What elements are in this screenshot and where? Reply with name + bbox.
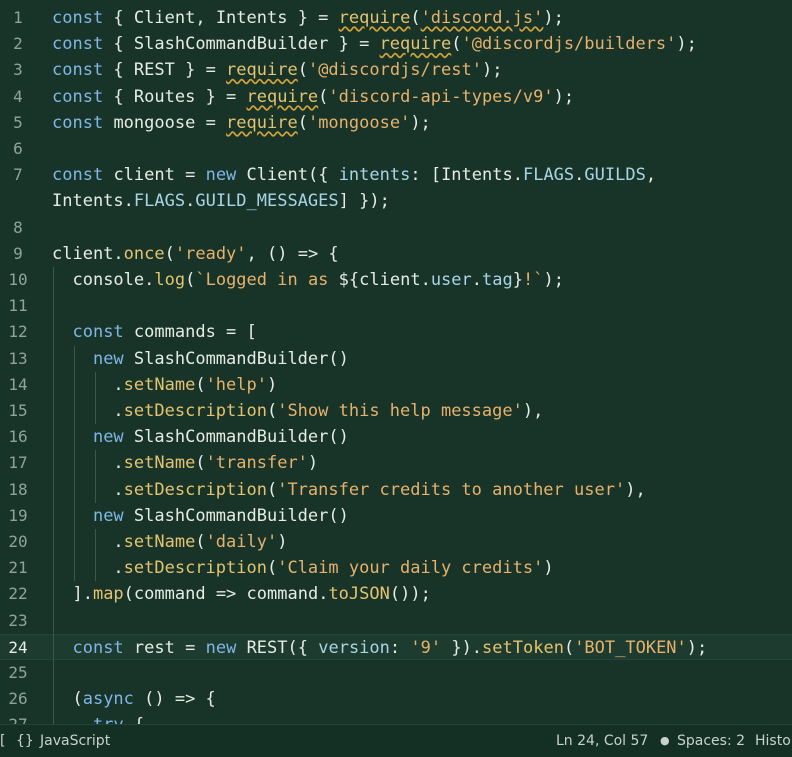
line-number: 5 — [13, 112, 23, 132]
indent-guide — [95, 529, 96, 582]
line-number: 15 — [8, 401, 28, 420]
code-line[interactable]: 11 — [0, 293, 792, 319]
code-line[interactable]: 4 const { Routes } = require('discord-api… — [0, 84, 792, 110]
code-line[interactable]: 6 — [0, 136, 792, 162]
line-number: 9 — [13, 243, 23, 263]
line-number: 7 — [13, 165, 23, 185]
code-text[interactable]: .setDescription('Show this help message'… — [52, 398, 543, 424]
line-number: 19 — [8, 505, 28, 525]
code-line[interactable]: 17 .setName('transfer') — [0, 450, 792, 476]
code-line[interactable]: 18 .setDescription('Transfer credits to … — [0, 477, 792, 503]
code-line[interactable]: 8 — [0, 215, 792, 241]
line-number: 11 — [8, 296, 28, 316]
indentation-setting[interactable]: Spaces: 2 — [677, 725, 745, 757]
line-number: 17 — [8, 453, 28, 473]
code-line[interactable]: 12 const commands = [ — [0, 319, 792, 345]
status-bar: [ {} JavaScript Ln 24, Col 57 ● Spaces: … — [0, 724, 792, 757]
code-text[interactable]: .setName('daily') — [52, 529, 287, 555]
indent-guide — [95, 371, 96, 425]
cursor-position[interactable]: Ln 24, Col 57 — [556, 725, 648, 757]
code-line[interactable]: 25 — [0, 660, 792, 686]
code-editor[interactable]: 1 const { Client, Intents } = require('di… — [0, 0, 792, 724]
code-line[interactable]: 15 .setDescription('Show this help messa… — [0, 398, 792, 424]
code-text[interactable]: const { REST } = require('@discordjs/res… — [52, 57, 502, 83]
code-text[interactable]: const client = new Client({ intents: [In… — [52, 162, 656, 188]
code-text[interactable]: new SlashCommandBuilder() — [52, 503, 349, 529]
code-line[interactable]: 1 const { Client, Intents } = require('di… — [0, 5, 792, 31]
code-text[interactable]: console.log(`Logged in as ${client.user.… — [52, 267, 563, 293]
code-text[interactable]: const { Client, Intents } = require('dis… — [52, 5, 564, 31]
line-number: 25 — [8, 663, 28, 682]
code-text[interactable]: .setDescription('Claim your daily credit… — [52, 555, 553, 581]
code-text[interactable]: .setName('transfer') — [52, 450, 318, 476]
line-number: 23 — [8, 610, 28, 630]
dot-icon: ● — [660, 734, 670, 747]
line-number: 8 — [13, 217, 23, 237]
line-number: 16 — [8, 427, 28, 447]
code-line[interactable]: 22 ].map(command => command.toJSON()); — [0, 581, 792, 607]
line-number: 14 — [8, 374, 28, 394]
history-button[interactable]: Histor — [755, 725, 792, 757]
code-line[interactable]: 26 (async () => { — [0, 686, 792, 712]
code-text[interactable]: Intents.FLAGS.GUILD_MESSAGES] }); — [52, 188, 390, 214]
line-number: 6 — [13, 139, 23, 158]
line-number: 26 — [8, 689, 28, 709]
code-line[interactable]: 3 const { REST } = require('@discordjs/re… — [0, 57, 792, 83]
line-number: 10 — [8, 270, 28, 289]
code-line[interactable]: 20 .setName('daily') — [0, 529, 792, 555]
language-icon: {} — [16, 733, 34, 749]
code-line[interactable]: 10 console.log(`Logged in as ${client.us… — [0, 267, 792, 293]
code-text[interactable]: client.once('ready', () => { — [52, 241, 339, 267]
line-number: 4 — [13, 86, 23, 106]
code-text[interactable]: const { SlashCommandBuilder } = require(… — [52, 31, 697, 57]
line-number: 13 — [8, 348, 28, 368]
indent-guide — [74, 345, 75, 582]
status-left-edge: [ — [0, 733, 6, 749]
code-text[interactable]: new SlashCommandBuilder() — [52, 424, 349, 450]
code-line[interactable]: 9 client.once('ready', () => { — [0, 241, 792, 267]
line-number: 27 — [0, 712, 36, 724]
code-text[interactable]: .setDescription('Transfer credits to ano… — [52, 477, 645, 503]
code-line[interactable]: Intents.FLAGS.GUILD_MESSAGES] }); — [0, 188, 792, 214]
code-line[interactable]: 16 new SlashCommandBuilder() — [0, 424, 792, 450]
code-line[interactable]: 5 const mongoose = require('mongoose'); — [0, 110, 792, 136]
code-text[interactable]: (async () => { — [52, 686, 215, 712]
code-text[interactable]: ].map(command => command.toJSON()); — [52, 581, 430, 607]
code-line[interactable]: 27 try { — [0, 712, 792, 724]
line-number: 20 — [8, 532, 28, 551]
line-number: 21 — [8, 558, 28, 578]
line-number: 22 — [8, 584, 28, 604]
code-text[interactable]: new SlashCommandBuilder() — [52, 346, 349, 372]
code-line[interactable]: 13 new SlashCommandBuilder() — [0, 346, 792, 372]
code-line[interactable]: 21 .setDescription('Claim your daily cre… — [0, 555, 792, 581]
code-text[interactable]: const { Routes } = require('discord-api-… — [52, 84, 574, 110]
code-text[interactable]: const mongoose = require('mongoose'); — [52, 110, 431, 136]
code-line[interactable]: 7 const client = new Client({ intents: [I… — [0, 162, 792, 188]
code-text[interactable]: .setName('help') — [52, 372, 277, 398]
line-number: 18 — [8, 479, 28, 499]
code-text[interactable]: const rest = new REST({ version: '9' }).… — [52, 635, 707, 661]
code-line[interactable]: 14 .setName('help') — [0, 372, 792, 398]
code-line[interactable]: 24 const rest = new REST({ version: '9' … — [0, 633, 792, 661]
code-text[interactable]: const commands = [ — [52, 319, 256, 345]
line-number: 2 — [13, 34, 23, 54]
indent-guide — [95, 450, 96, 503]
code-line[interactable]: 19 new SlashCommandBuilder() — [0, 503, 792, 529]
code-line[interactable]: 2 const { SlashCommandBuilder } = require… — [0, 31, 792, 57]
line-number: 1 — [13, 8, 23, 27]
line-number: 3 — [13, 60, 23, 80]
line-number: 12 — [8, 322, 28, 342]
language-mode[interactable]: JavaScript — [40, 725, 110, 757]
code-line[interactable]: 23 — [0, 608, 792, 634]
indent-guide — [53, 267, 54, 724]
code-text[interactable]: try { — [52, 712, 144, 724]
line-number: 24 — [8, 637, 28, 657]
